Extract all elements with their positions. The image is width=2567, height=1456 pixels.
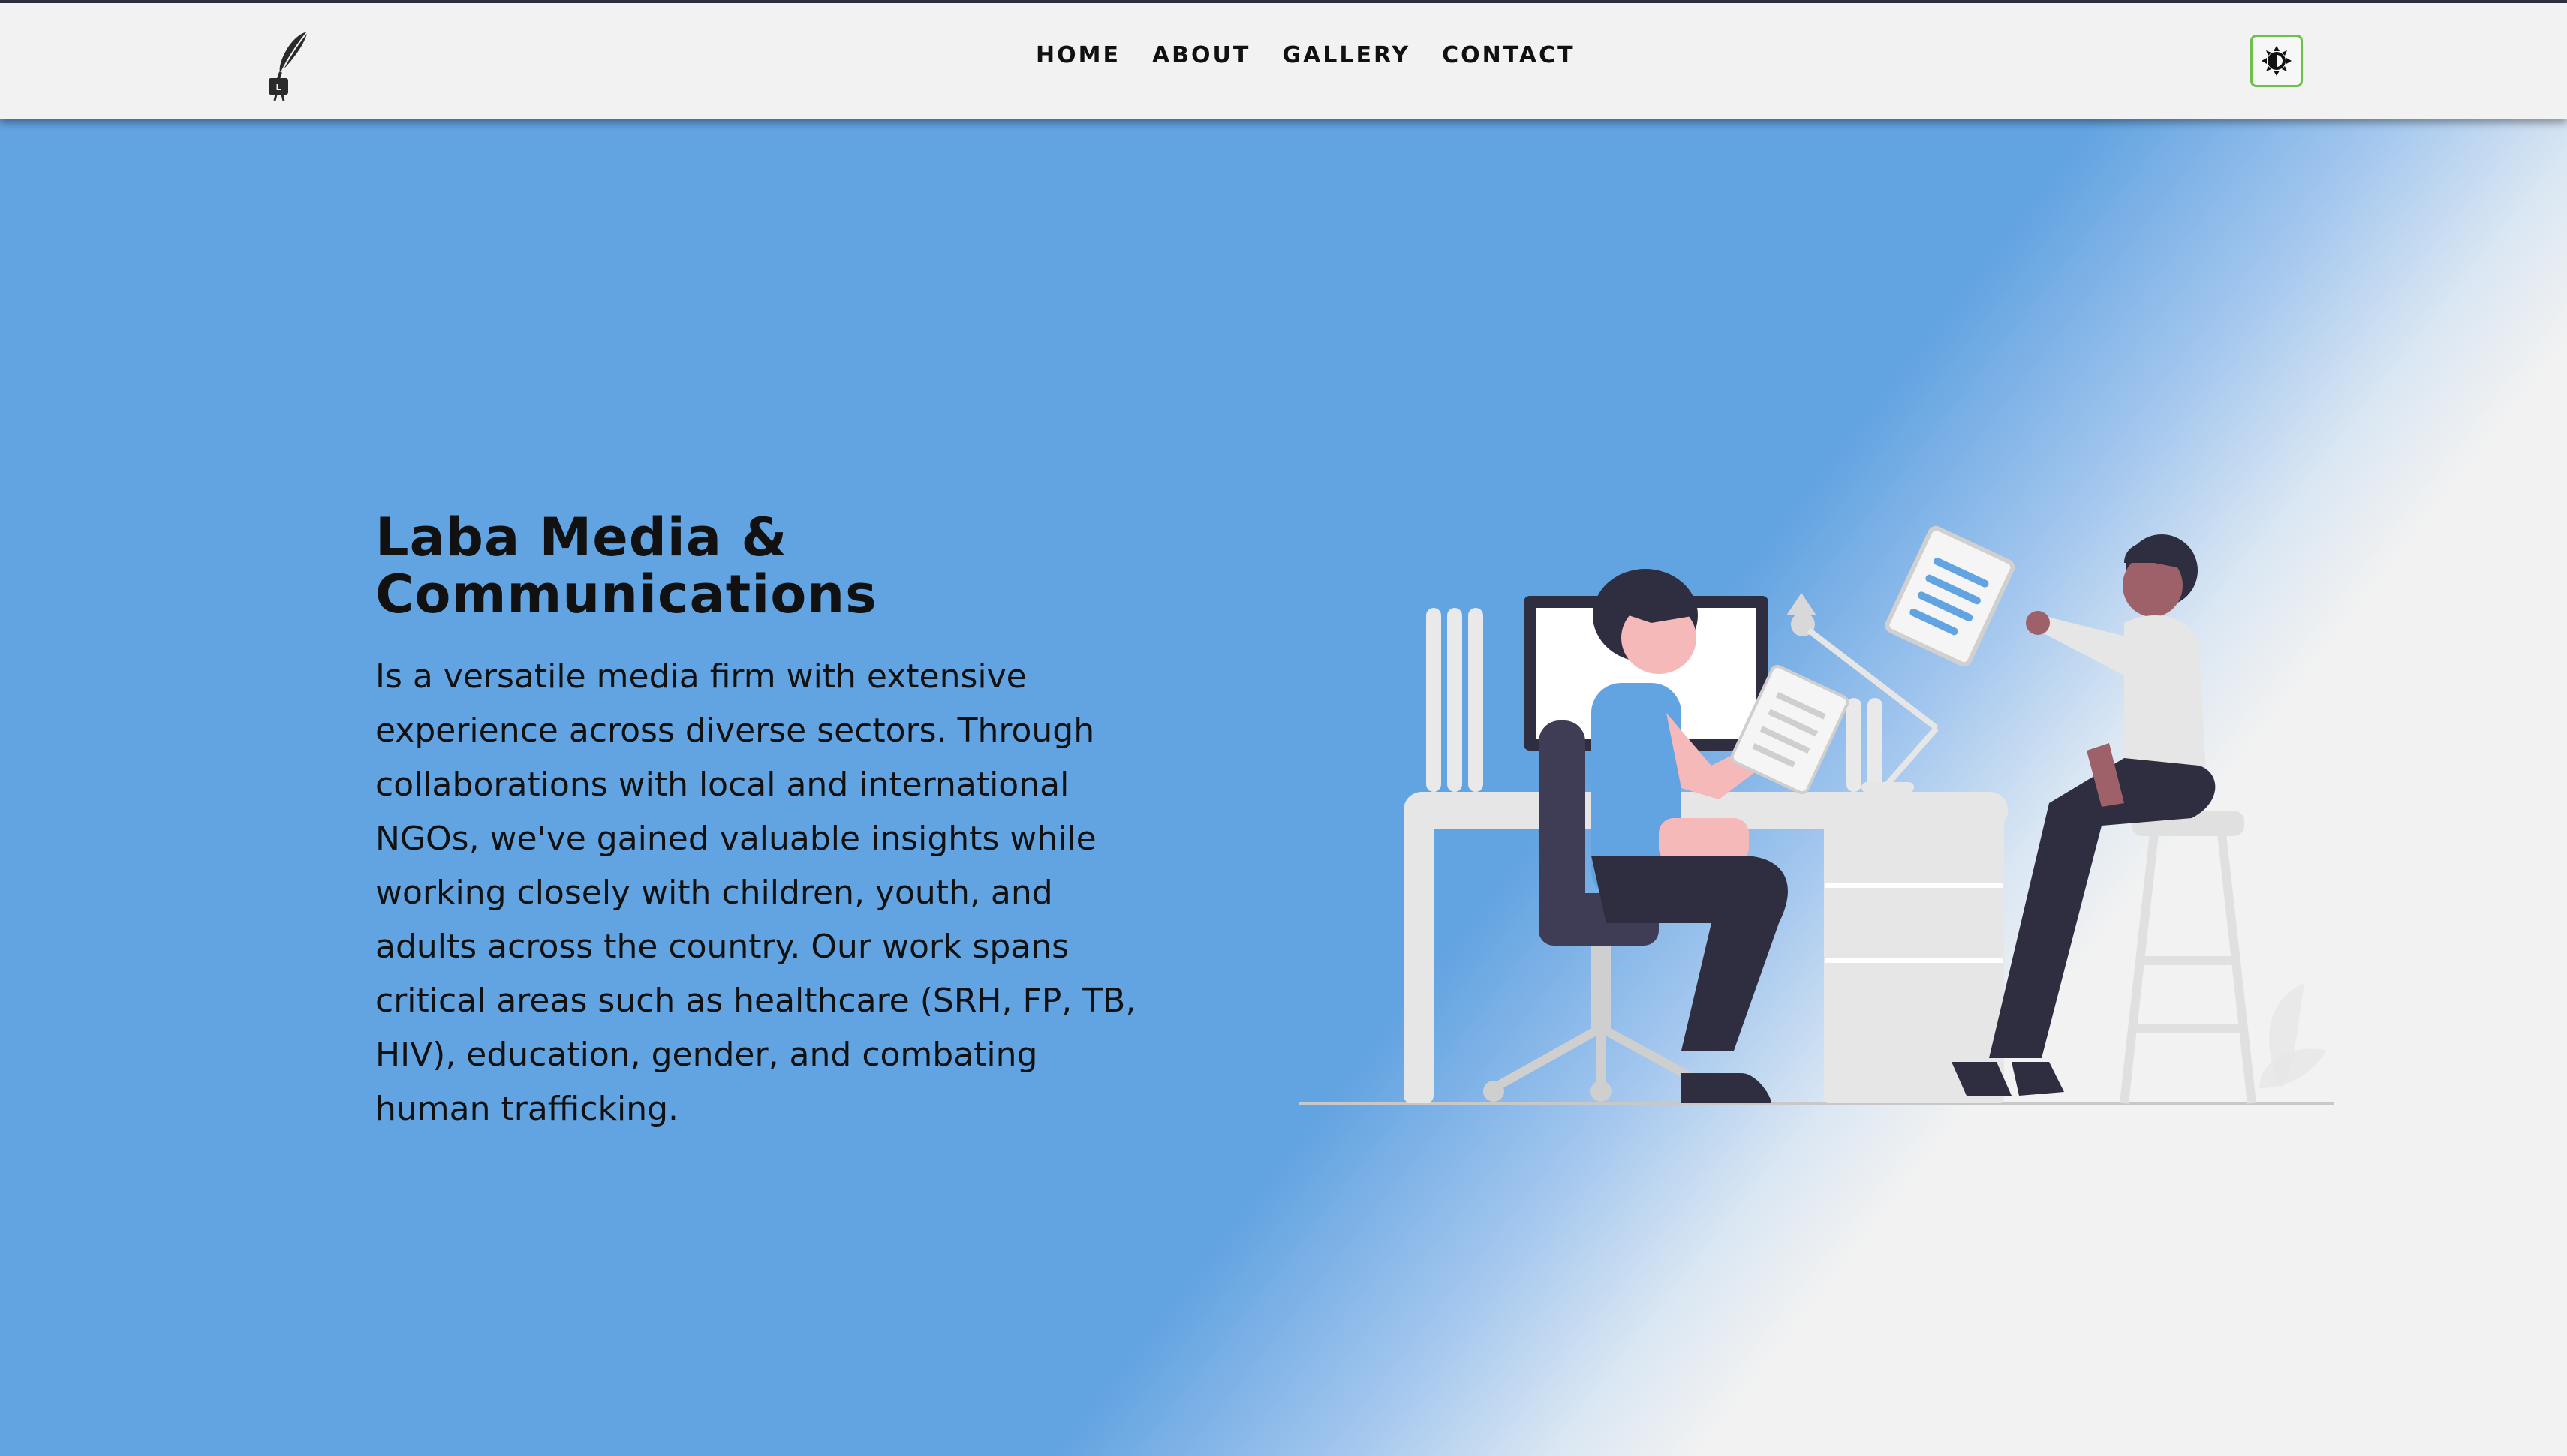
theme-toggle-button[interactable] — [2250, 35, 2303, 87]
nav-link-gallery[interactable]: GALLERY — [1282, 42, 1410, 68]
nav-link-about[interactable]: ABOUT — [1152, 42, 1250, 68]
svg-text:L: L — [275, 83, 281, 92]
hero-title: Laba Media & Communications — [375, 509, 1126, 623]
hero-description: Is a versatile media firm with extensive… — [375, 657, 1136, 1128]
office-collaboration-illustration — [1291, 503, 2342, 1118]
main-navigation: HOME ABOUT GALLERY CONTACT — [1036, 42, 1607, 68]
quill-pen-logo-icon[interactable]: L — [255, 26, 323, 101]
navbar: L HOME ABOUT GALLERY CONTACT — [0, 3, 2567, 119]
hero-title-line-2: Communications — [375, 564, 877, 625]
nav-link-contact[interactable]: CONTACT — [1442, 42, 1575, 68]
contrast-sun-icon — [2262, 46, 2292, 76]
hero-title-line-1: Laba Media & — [375, 507, 788, 568]
nav-link-home[interactable]: HOME — [1036, 42, 1121, 68]
